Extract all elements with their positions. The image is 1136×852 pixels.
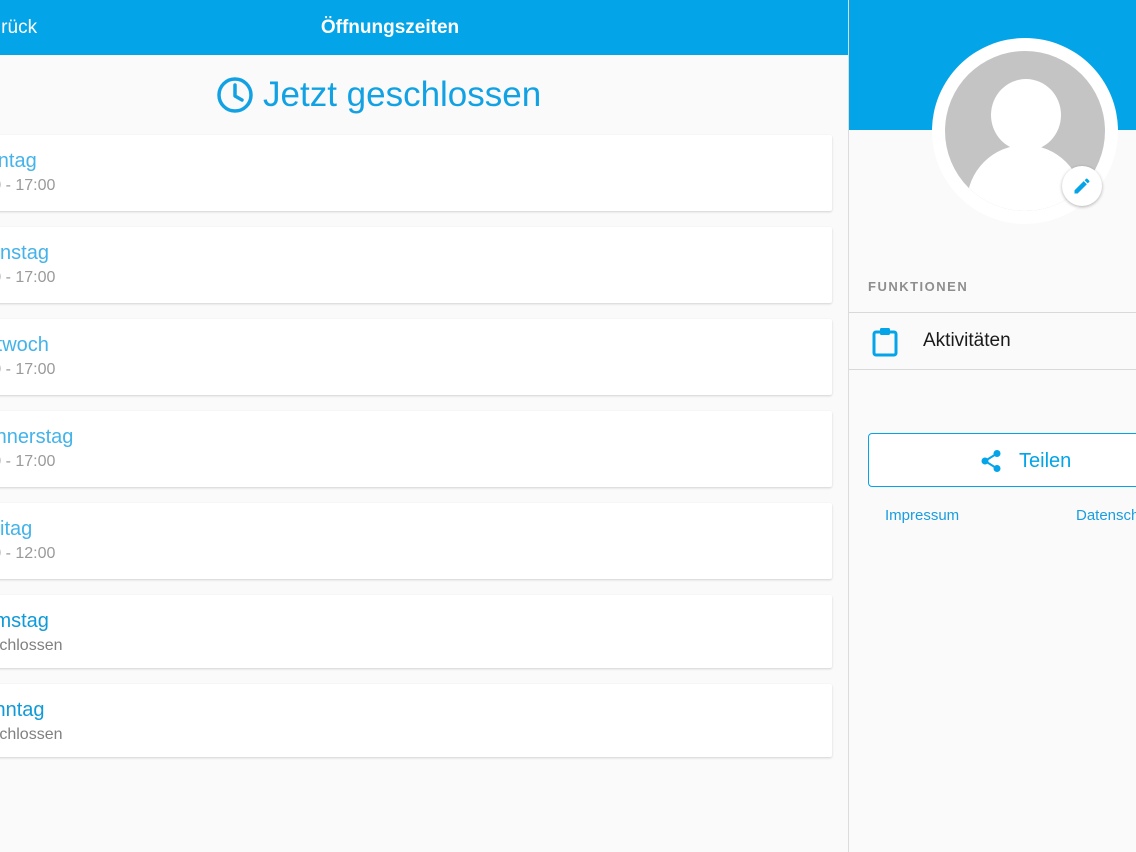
day-card-samstag: Samstag Geschlossen xyxy=(0,595,832,668)
profile-sidebar: FUNKTIONEN Aktivitäten Teilen Impressum … xyxy=(849,0,1136,852)
day-card-dienstag: Dienstag 9:00 - 17:00 xyxy=(0,227,832,303)
clock-icon xyxy=(217,77,253,113)
function-label: Aktivitäten xyxy=(923,330,1011,351)
day-card-sonntag: Sonntag Geschlossen xyxy=(0,684,832,757)
opening-hours-panel: Zurück Öffnungszeiten Jetzt geschlossen … xyxy=(0,0,848,852)
day-hours: Geschlossen xyxy=(0,637,63,654)
day-name: Sonntag xyxy=(0,699,45,721)
day-name: Freitag xyxy=(0,518,33,540)
pencil-icon xyxy=(1074,178,1090,194)
edit-avatar-button[interactable] xyxy=(1062,166,1102,206)
day-hours: 9:00 - 17:00 xyxy=(0,453,56,470)
day-card-mittwoch: Mittwoch 9:00 - 17:00 xyxy=(0,319,832,395)
day-name: Donnerstag xyxy=(0,426,74,448)
status-text: Jetzt geschlossen xyxy=(263,75,542,114)
page-title: Öffnungszeiten xyxy=(320,17,460,38)
day-card-freitag: Freitag 9:00 - 12:00 xyxy=(0,503,832,579)
day-name: Montag xyxy=(0,150,37,172)
section-label-funktionen: FUNKTIONEN xyxy=(868,279,969,294)
day-hours: Geschlossen xyxy=(0,726,63,743)
day-card-donnerstag: Donnerstag 9:00 - 17:00 xyxy=(0,411,832,487)
day-name: Samstag xyxy=(0,610,49,632)
day-card-montag: Montag 9:00 - 17:00 xyxy=(0,135,832,211)
open-status: Jetzt geschlossen xyxy=(216,72,541,118)
day-hours: 9:00 - 17:00 xyxy=(0,361,56,378)
day-name: Dienstag xyxy=(0,242,49,264)
impressum-link[interactable]: Impressum xyxy=(885,507,959,525)
day-hours: 9:00 - 12:00 xyxy=(0,545,56,562)
share-icon xyxy=(981,450,1001,472)
day-hours: 9:00 - 17:00 xyxy=(0,177,56,194)
clipboard-icon xyxy=(872,328,898,357)
datenschutz-link[interactable]: Datenschutz xyxy=(1076,507,1136,525)
day-name: Mittwoch xyxy=(0,334,49,356)
navigation-bar: Zurück Öffnungszeiten xyxy=(0,0,848,55)
share-button[interactable]: Teilen xyxy=(868,433,1136,487)
share-label: Teilen xyxy=(1019,450,1072,472)
day-hours: 9:00 - 17:00 xyxy=(0,269,56,286)
function-item-aktivitaeten[interactable]: Aktivitäten xyxy=(849,312,1136,370)
